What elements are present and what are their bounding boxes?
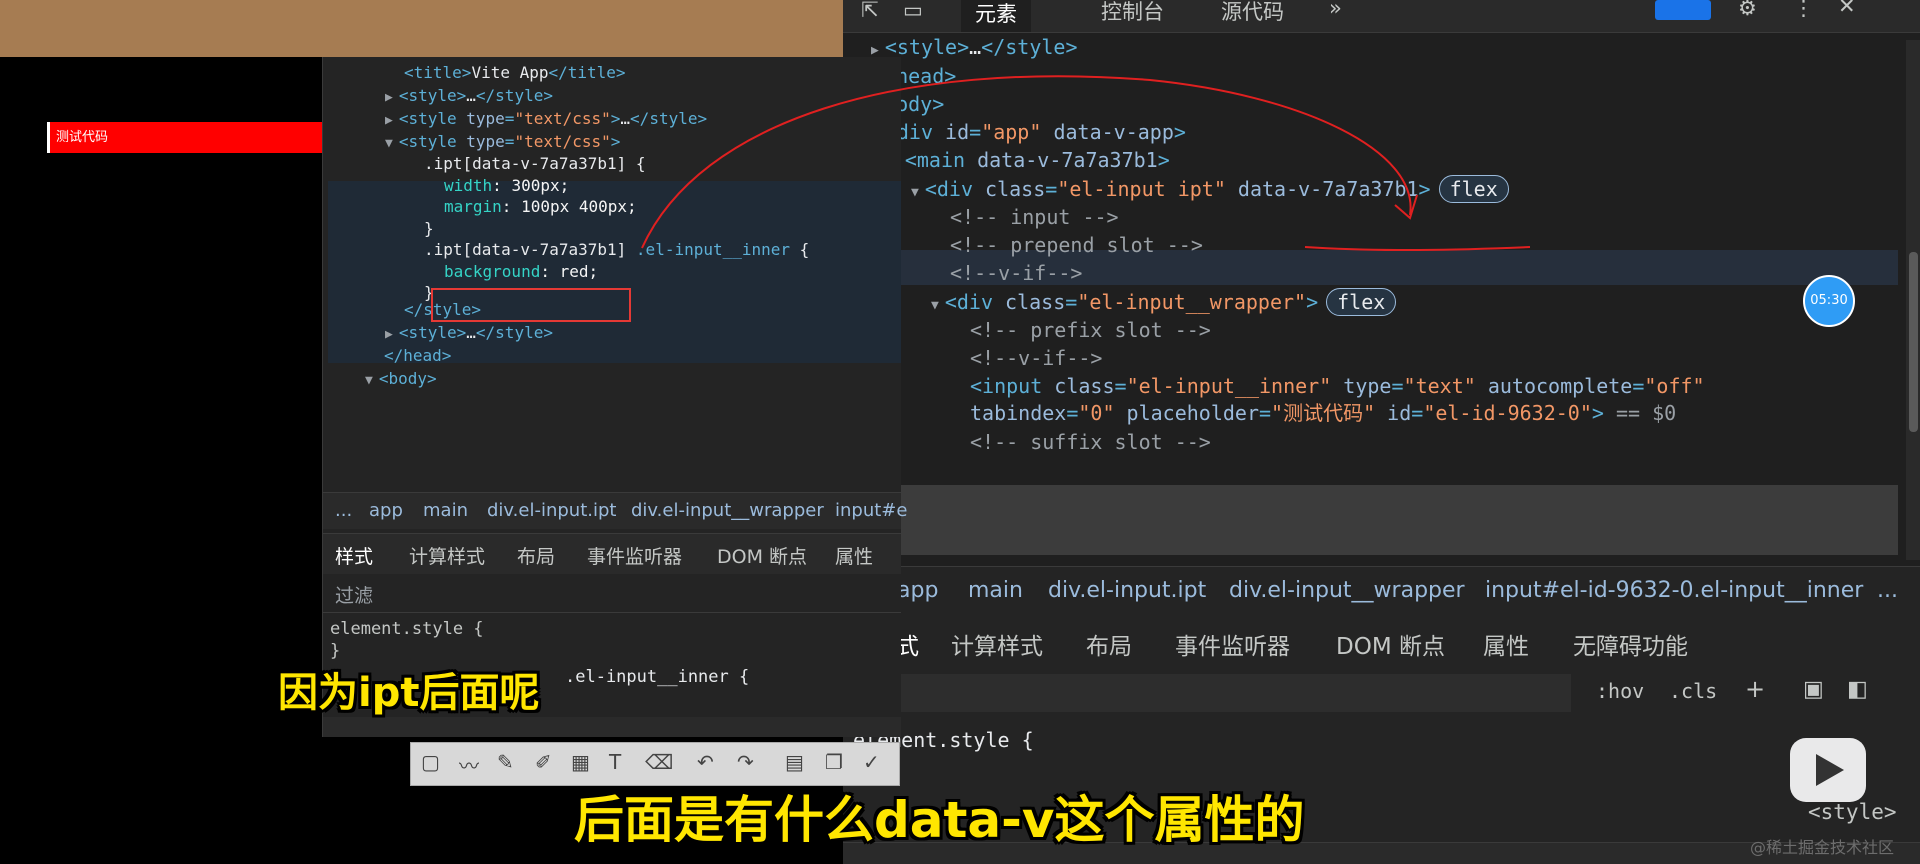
subtitle-line-2: 后面是有什么data-v这个属性的 bbox=[574, 791, 1305, 849]
redo-icon[interactable]: ↷ bbox=[737, 750, 754, 774]
marker-tool-icon[interactable]: ✐ bbox=[535, 750, 552, 774]
confirm-icon[interactable]: ✓ bbox=[863, 750, 880, 774]
mosaic-tool-icon[interactable]: ▦ bbox=[571, 750, 590, 774]
annotation-drawing bbox=[641, 75, 1531, 252]
annotation-arrow-curve bbox=[641, 75, 1412, 249]
eraser-tool-icon[interactable]: ⌫ bbox=[645, 750, 673, 774]
subtitle-line-1: 因为ipt后面呢 bbox=[278, 670, 540, 716]
pen-tool-icon[interactable]: ✎ bbox=[497, 750, 514, 774]
play-icon bbox=[1816, 754, 1844, 786]
line-tool-icon[interactable]: 〰 bbox=[459, 750, 479, 779]
annotation-arrow-head bbox=[1394, 194, 1418, 220]
shape-tool-icon[interactable]: ▢ bbox=[421, 750, 440, 774]
undo-icon[interactable]: ↶ bbox=[697, 750, 714, 774]
play-button[interactable] bbox=[1790, 738, 1866, 802]
annotation-underline bbox=[1304, 246, 1531, 252]
watermark: @稀土掘金技术社区 bbox=[1750, 838, 1895, 857]
text-tool-icon[interactable]: T bbox=[609, 750, 621, 774]
copy-icon[interactable]: ❐ bbox=[825, 750, 843, 774]
timer-badge[interactable]: 05:30 bbox=[1803, 275, 1855, 327]
save-icon[interactable]: ▤ bbox=[785, 750, 804, 774]
